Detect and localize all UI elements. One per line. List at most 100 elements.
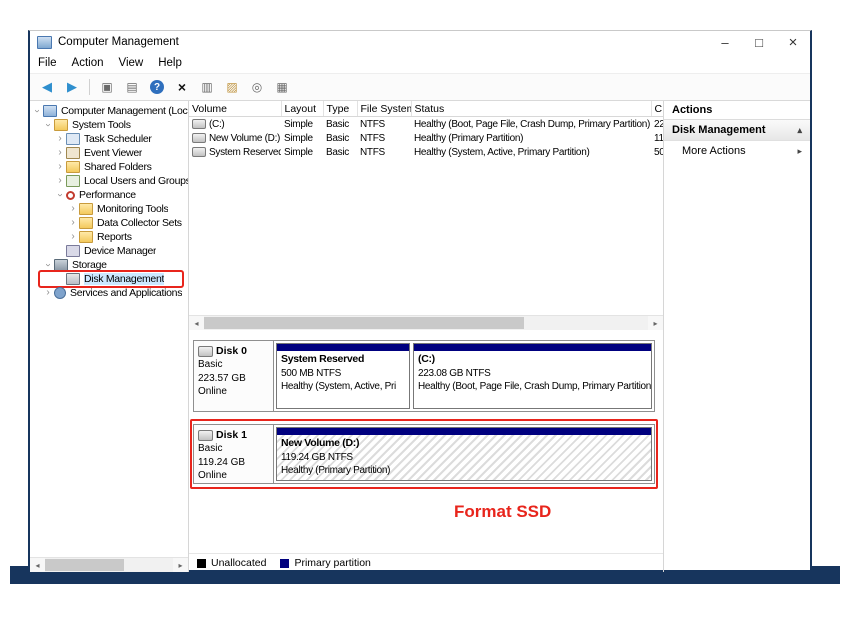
- actions-pane: Actions Disk Management More Actions: [664, 101, 810, 572]
- disk-1-kind: Basic: [198, 442, 269, 456]
- more-actions-item[interactable]: More Actions: [664, 141, 810, 161]
- chevron-right-icon[interactable]: [68, 232, 78, 242]
- app-icon: [37, 36, 52, 49]
- scrollbar-track[interactable]: [45, 558, 173, 572]
- actions-disk-management-header[interactable]: Disk Management: [664, 120, 810, 141]
- col-capacity[interactable]: C: [651, 101, 663, 117]
- scrollbar-track[interactable]: [204, 316, 648, 330]
- chevron-right-icon[interactable]: [43, 288, 53, 298]
- task-scheduler-icon: [66, 133, 80, 145]
- scrollbar-thumb[interactable]: [204, 317, 524, 329]
- back-button[interactable]: ◀: [37, 77, 57, 97]
- open-button[interactable]: ▨: [222, 77, 242, 97]
- chevron-down-icon[interactable]: [55, 190, 65, 200]
- properties-button[interactable]: ▥: [197, 77, 217, 97]
- menu-help[interactable]: Help: [158, 57, 182, 69]
- chevron-right-icon[interactable]: [55, 148, 65, 158]
- tree-item-local-users-and-groups[interactable]: Local Users and Groups: [30, 174, 188, 188]
- primary-partition-label: Primary partition: [294, 557, 370, 569]
- menu-action[interactable]: Action: [72, 57, 104, 69]
- chevron-down-icon[interactable]: [43, 260, 53, 270]
- chevron-down-icon[interactable]: [32, 106, 42, 116]
- volume-row-c[interactable]: (C:) Simple Basic NTFS Healthy (Boot, Pa…: [189, 117, 663, 132]
- volume-size: 119.24 GB NTFS: [281, 451, 647, 464]
- scroll-left-icon[interactable]: [189, 316, 204, 330]
- forward-button[interactable]: ▶: [62, 77, 82, 97]
- volume-row-system-reserved[interactable]: System Reserved Simple Basic NTFS Health…: [189, 145, 663, 159]
- col-type[interactable]: Type: [323, 101, 357, 117]
- tree-item-computer-management[interactable]: Computer Management (Local: [30, 104, 188, 118]
- chevron-right-icon: [797, 146, 802, 157]
- chevron-right-icon[interactable]: [68, 218, 78, 228]
- actions-section-label: Disk Management: [672, 124, 766, 136]
- scrollbar-thumb[interactable]: [45, 559, 124, 571]
- help-icon: ?: [150, 80, 164, 94]
- volume-list: Volume Layout Type File System Status C …: [189, 101, 663, 315]
- disk-0-info[interactable]: Disk 0 Basic 223.57 GB Online: [194, 341, 274, 411]
- tree-horizontal-scrollbar[interactable]: [30, 557, 188, 572]
- tree-item-data-collector-sets[interactable]: Data Collector Sets: [30, 216, 188, 230]
- computer-management-window: Computer Management – □ × File Action Vi…: [28, 30, 812, 570]
- col-status[interactable]: Status: [411, 101, 651, 117]
- disk-1-name: Disk 1: [216, 428, 247, 442]
- col-file-system[interactable]: File System: [357, 101, 411, 117]
- annotation-format-ssd: Format SSD: [454, 502, 551, 522]
- tree-item-event-viewer[interactable]: Event Viewer: [30, 146, 188, 160]
- scroll-right-icon[interactable]: [648, 316, 663, 330]
- tree-item-task-scheduler[interactable]: Task Scheduler: [30, 132, 188, 146]
- show-console-tree-button[interactable]: ▣: [97, 77, 117, 97]
- window-title: Computer Management: [58, 36, 179, 48]
- window-controls: – □ ×: [708, 31, 810, 53]
- primary-partition-strip: [277, 344, 409, 351]
- volume-box-c[interactable]: (C:) 223.08 GB NTFS Healthy (Boot, Page …: [413, 343, 652, 409]
- tree-item-performance[interactable]: Performance: [30, 188, 188, 202]
- explore-button[interactable]: ◎: [247, 77, 267, 97]
- monitoring-tools-icon: [79, 203, 93, 215]
- volume-title: (C:): [418, 353, 647, 367]
- volume-row-new-volume-d[interactable]: New Volume (D:) Simple Basic NTFS Health…: [189, 131, 663, 145]
- primary-partition-strip: [277, 428, 651, 435]
- close-button[interactable]: ×: [776, 31, 810, 53]
- chevron-right-icon[interactable]: [55, 176, 65, 186]
- export-list-button[interactable]: ▤: [122, 77, 142, 97]
- delete-volume-button[interactable]: ×: [172, 77, 192, 97]
- computer-icon: [43, 105, 57, 117]
- tree-item-system-tools[interactable]: System Tools: [30, 118, 188, 132]
- tree-item-shared-folders[interactable]: Shared Folders: [30, 160, 188, 174]
- disk-1-info[interactable]: Disk 1 Basic 119.24 GB Online: [194, 425, 274, 483]
- views-button[interactable]: ▦: [272, 77, 292, 97]
- volume-box-system-reserved[interactable]: System Reserved 500 MB NTFS Healthy (Sys…: [276, 343, 410, 409]
- tree-item-reports[interactable]: Reports: [30, 230, 188, 244]
- scroll-right-icon[interactable]: [173, 558, 188, 572]
- disk-0-size: 223.57 GB: [198, 372, 269, 386]
- minimize-button[interactable]: –: [708, 31, 742, 53]
- col-layout[interactable]: Layout: [281, 101, 323, 117]
- collapse-icon[interactable]: [797, 125, 802, 136]
- tree-item-disk-management[interactable]: Disk Management: [30, 272, 188, 286]
- device-manager-icon: [66, 245, 80, 257]
- chevron-right-icon[interactable]: [55, 134, 65, 144]
- primary-partition-strip: [414, 344, 651, 351]
- tree-item-device-manager[interactable]: Device Manager: [30, 244, 188, 258]
- volume-box-new-volume-d[interactable]: New Volume (D:) 119.24 GB NTFS Healthy (…: [276, 427, 652, 481]
- scroll-left-icon[interactable]: [30, 558, 45, 572]
- chevron-right-icon[interactable]: [68, 204, 78, 214]
- chevron-down-icon[interactable]: [43, 120, 53, 130]
- toolbar-separator: [89, 79, 90, 95]
- menu-file[interactable]: File: [38, 57, 57, 69]
- menu-view[interactable]: View: [119, 57, 144, 69]
- console-tree: Computer Management (Local System Tools …: [30, 101, 188, 557]
- drive-icon: [192, 119, 206, 129]
- disk-1-state: Online: [198, 469, 269, 483]
- tree-item-monitoring-tools[interactable]: Monitoring Tools: [30, 202, 188, 216]
- disk-icon: [198, 430, 213, 441]
- chevron-right-icon[interactable]: [55, 162, 65, 172]
- volume-list-scrollbar[interactable]: [189, 315, 663, 330]
- help-button[interactable]: ?: [147, 77, 167, 97]
- services-icon: [54, 287, 66, 299]
- maximize-button[interactable]: □: [742, 31, 776, 53]
- tree-item-storage[interactable]: Storage: [30, 258, 188, 272]
- col-volume[interactable]: Volume: [189, 101, 281, 117]
- disk-1-volumes: New Volume (D:) 119.24 GB NTFS Healthy (…: [274, 425, 654, 483]
- tree-item-services-and-applications[interactable]: Services and Applications: [30, 286, 188, 300]
